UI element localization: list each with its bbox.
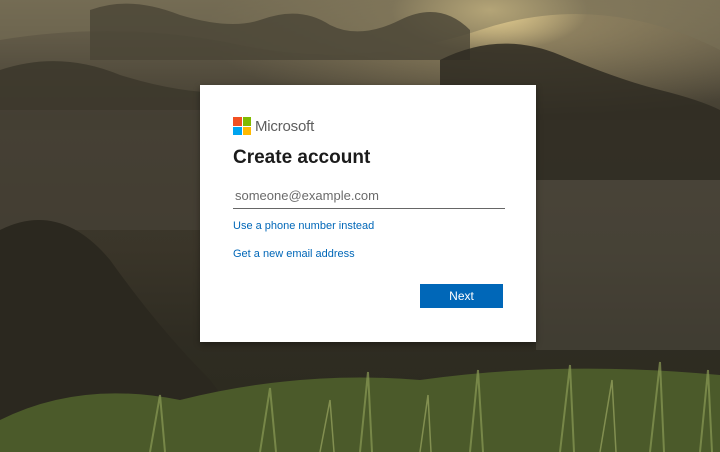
get-new-email-link[interactable]: Get a new email address — [233, 248, 355, 260]
use-phone-number-link[interactable]: Use a phone number instead — [233, 220, 374, 232]
next-button[interactable]: Next — [420, 284, 503, 308]
logo-square-red — [233, 117, 242, 126]
brand-header: Microsoft — [233, 117, 314, 135]
microsoft-logo-icon — [233, 117, 251, 135]
logo-square-blue — [233, 126, 242, 135]
logo-square-yellow — [242, 126, 251, 135]
logo-square-green — [242, 117, 251, 126]
create-account-card: Microsoft Create account Use a phone num… — [200, 85, 536, 342]
brand-name: Microsoft — [255, 117, 315, 135]
email-field[interactable] — [233, 182, 505, 209]
page-title: Create account — [233, 147, 371, 168]
